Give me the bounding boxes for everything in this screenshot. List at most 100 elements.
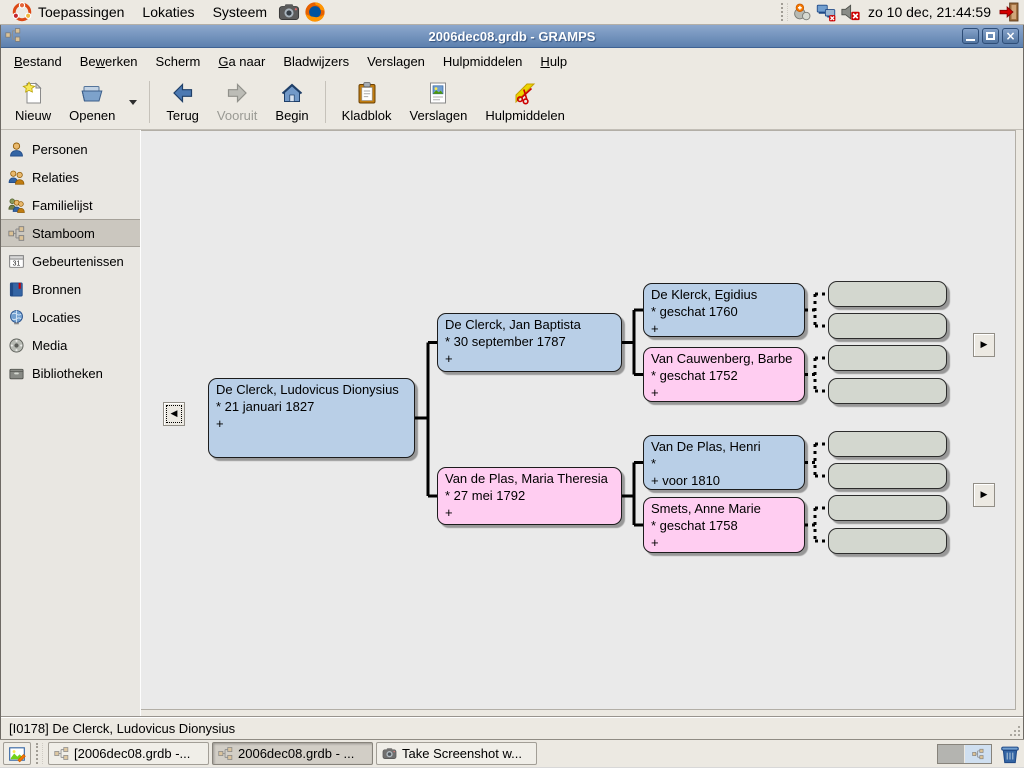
- toolbar-separator: [149, 81, 150, 123]
- panel-menu-toepassingen[interactable]: Toepassingen: [3, 0, 133, 25]
- svg-text:31: 31: [13, 260, 21, 267]
- nieuw-button[interactable]: Nieuw: [6, 78, 60, 126]
- person-death: +: [445, 350, 614, 367]
- report-icon: [426, 81, 450, 105]
- sidebar-item-familielijst[interactable]: Familielijst: [1, 191, 140, 219]
- sidebar-item-gebeurtenissen[interactable]: 31 Gebeurtenissen: [1, 247, 140, 275]
- resize-grip[interactable]: [1008, 724, 1021, 737]
- empty-ancestor-box[interactable]: [828, 495, 947, 521]
- volume-control[interactable]: [840, 2, 860, 22]
- terug-button[interactable]: Terug: [157, 78, 208, 126]
- sidebar-item-locaties[interactable]: Locaties: [1, 303, 140, 331]
- network-monitor[interactable]: [816, 2, 836, 22]
- minimize-button[interactable]: [962, 28, 979, 44]
- new-icon: [21, 81, 45, 105]
- empty-ancestor-box[interactable]: [828, 281, 947, 307]
- titlebar[interactable]: 2006dec08.grdb - GRAMPS ×: [1, 25, 1023, 48]
- toolbar: NieuwOpenen Terug Vooruit Begin KladblokVers…: [1, 75, 1023, 130]
- sidebar-item-personen[interactable]: Personen: [1, 135, 140, 163]
- person-box[interactable]: Van de Plas, Maria Theresia* 27 mei 1792…: [437, 467, 622, 525]
- sidebar: Personen Relaties FamilielijstStamboom 31 Ge…: [1, 130, 141, 716]
- menu-scherm[interactable]: Scherm: [147, 48, 210, 75]
- screenshot-launcher[interactable]: [278, 1, 300, 23]
- empty-ancestor-box[interactable]: [828, 431, 947, 457]
- close-button[interactable]: ×: [1002, 28, 1019, 44]
- taskbar-window-label: 2006dec08.grdb - ...: [238, 746, 354, 761]
- media-icon: [8, 337, 25, 354]
- person-box[interactable]: De Klerck, Egidius* geschat 1760+: [643, 283, 805, 337]
- person-box[interactable]: De Clerck, Jan Baptista* 30 september 17…: [437, 313, 622, 372]
- person-birth: * 27 mei 1792: [445, 487, 614, 504]
- hulpmiddelen-button[interactable]: Hulpmiddelen: [476, 78, 574, 126]
- sidebar-item-stamboom[interactable]: Stamboom: [1, 219, 140, 247]
- person-death: +: [651, 320, 797, 337]
- person-box[interactable]: De Clerck, Ludovicus Dionysius* 21 janua…: [208, 378, 415, 458]
- workspace-1[interactable]: [938, 745, 964, 763]
- workspace-switcher: [937, 744, 992, 764]
- empty-ancestor-box[interactable]: [828, 463, 947, 489]
- sidebar-item-relaties[interactable]: Relaties: [1, 163, 140, 191]
- sidebar-item-label: Personen: [32, 142, 88, 157]
- pedigree-right-arrow-button[interactable]: ▶: [973, 483, 995, 507]
- panel-menus: ToepassingenLokaties Systeem: [3, 0, 328, 24]
- open-recent-dropdown[interactable]: [124, 78, 142, 126]
- taskbar-window-button[interactable]: Take Screenshot w...: [376, 742, 537, 765]
- menu-bewerken[interactable]: Bewerken: [71, 48, 147, 75]
- vooruit-button[interactable]: Vooruit: [208, 78, 266, 126]
- update-notifier[interactable]: [792, 2, 812, 22]
- menu-verslagen[interactable]: Verslagen: [358, 48, 434, 75]
- maximize-button[interactable]: [982, 28, 999, 44]
- logout-icon[interactable]: [999, 2, 1019, 22]
- menu-ga-naar[interactable]: Ga naar: [209, 48, 274, 75]
- toolbar-button-label: Vooruit: [217, 108, 257, 123]
- menubar: BestandBewerkenSchermGa naarBladwijzersV…: [1, 48, 1023, 75]
- pedigree-icon: [8, 225, 25, 242]
- tray-handle[interactable]: [781, 3, 788, 21]
- sidebar-item-media[interactable]: Media: [1, 331, 140, 359]
- person-birth: * geschat 1752: [651, 367, 797, 384]
- person-name: Van De Plas, Henri: [651, 438, 797, 455]
- taskbar-window-button[interactable]: 2006dec08.grdb - ...: [212, 742, 373, 765]
- empty-ancestor-box[interactable]: [828, 378, 947, 404]
- sidebar-item-label: Gebeurtenissen: [32, 254, 124, 269]
- sidebar-item-bibliotheken[interactable]: Bibliotheken: [1, 359, 140, 387]
- back-icon: [171, 81, 195, 105]
- minimize-glyph: [966, 39, 975, 41]
- menu-hulpmiddelen[interactable]: Hulpmiddelen: [434, 48, 532, 75]
- toolbar-button-label: Begin: [275, 108, 308, 123]
- person-box[interactable]: Van De Plas, Henri*+ voor 1810: [643, 435, 805, 490]
- panel-clock[interactable]: zo 10 dec, 21:44:59: [862, 4, 997, 20]
- sidebar-item-label: Locaties: [32, 310, 80, 325]
- kladblok-button[interactable]: Kladblok: [333, 78, 401, 126]
- panel-menu-label: Systeem: [213, 4, 267, 20]
- person-death: + voor 1810: [651, 472, 797, 489]
- trash-icon[interactable]: [999, 743, 1021, 765]
- taskbar-window-button[interactable]: [2006dec08.grdb -...: [48, 742, 209, 765]
- show-desktop-button[interactable]: [3, 742, 31, 765]
- book-icon: [8, 281, 25, 298]
- openen-button[interactable]: Openen: [60, 78, 124, 126]
- pedigree-canvas: De Clerck, Ludovicus Dionysius* 21 janua…: [141, 130, 1016, 710]
- verslagen-button[interactable]: Verslagen: [401, 78, 477, 126]
- empty-ancestor-box[interactable]: [828, 313, 947, 339]
- sidebar-item-label: Bronnen: [32, 282, 81, 297]
- person-box[interactable]: Van Cauwenberg, Barbe* geschat 1752+: [643, 347, 805, 402]
- panel-menu-lokaties[interactable]: Lokaties: [133, 0, 203, 25]
- sidebar-item-label: Relaties: [32, 170, 79, 185]
- maximize-glyph: [986, 32, 995, 40]
- empty-ancestor-box[interactable]: [828, 528, 947, 554]
- pedigree-left-arrow-button[interactable]: ◀: [163, 402, 185, 426]
- person-box[interactable]: Smets, Anne Marie* geschat 1758+: [643, 497, 805, 553]
- begin-button[interactable]: Begin: [266, 78, 317, 126]
- menu-bestand[interactable]: Bestand: [5, 48, 71, 75]
- panel-menu-systeem[interactable]: Systeem: [204, 0, 276, 25]
- sidebar-item-label: Bibliotheken: [32, 366, 103, 381]
- sidebar-item-bronnen[interactable]: Bronnen: [1, 275, 140, 303]
- firefox-launcher[interactable]: [304, 1, 326, 23]
- tasklist-handle[interactable]: [36, 743, 43, 764]
- workspace-2[interactable]: [965, 745, 991, 763]
- empty-ancestor-box[interactable]: [828, 345, 947, 371]
- pedigree-right-arrow-button[interactable]: ▶: [973, 333, 995, 357]
- menu-bladwijzers[interactable]: Bladwijzers: [274, 48, 358, 75]
- menu-hulp[interactable]: Hulp: [531, 48, 576, 75]
